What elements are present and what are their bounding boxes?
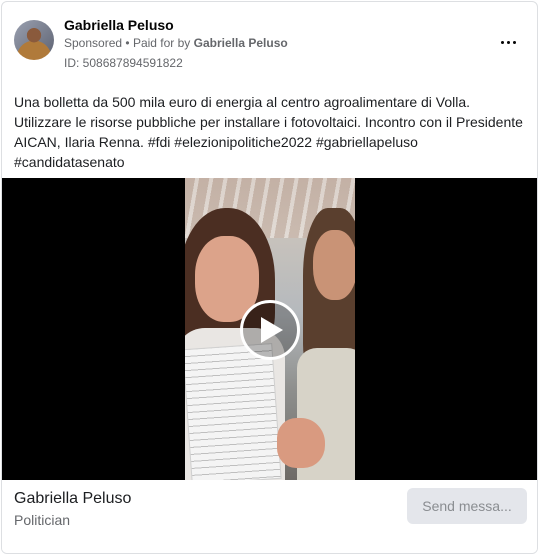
more-horizontal-icon: [500, 40, 504, 44]
sponsored-line: Sponsored • Paid for by Gabriella Peluso: [64, 36, 288, 50]
footer-page-name[interactable]: Gabriella Peluso: [14, 490, 131, 508]
play-button[interactable]: [240, 300, 300, 360]
ad-footer: Gabriella Peluso Politician Send messa..…: [2, 480, 537, 553]
paid-for-label: Paid for by: [132, 36, 191, 50]
post-text: Una bolletta da 500 mila euro di energia…: [14, 94, 523, 170]
sponsored-label: Sponsored: [64, 36, 123, 50]
ad-card: Gabriella Peluso Sponsored • Paid for by…: [1, 1, 538, 554]
more-options-button[interactable]: [495, 30, 521, 54]
document-sheet: [185, 343, 282, 480]
play-icon: [261, 317, 283, 343]
author-avatar[interactable]: [14, 20, 54, 60]
video-player[interactable]: [2, 178, 537, 480]
meta-separator: •: [125, 36, 130, 50]
author-name[interactable]: Gabriella Peluso: [64, 17, 174, 33]
send-message-button[interactable]: Send messa...: [407, 488, 527, 524]
footer-page-category: Politician: [14, 512, 71, 528]
ad-id: ID: 508687894591822: [64, 56, 183, 70]
paid-by-name: Gabriella Peluso: [193, 36, 288, 50]
